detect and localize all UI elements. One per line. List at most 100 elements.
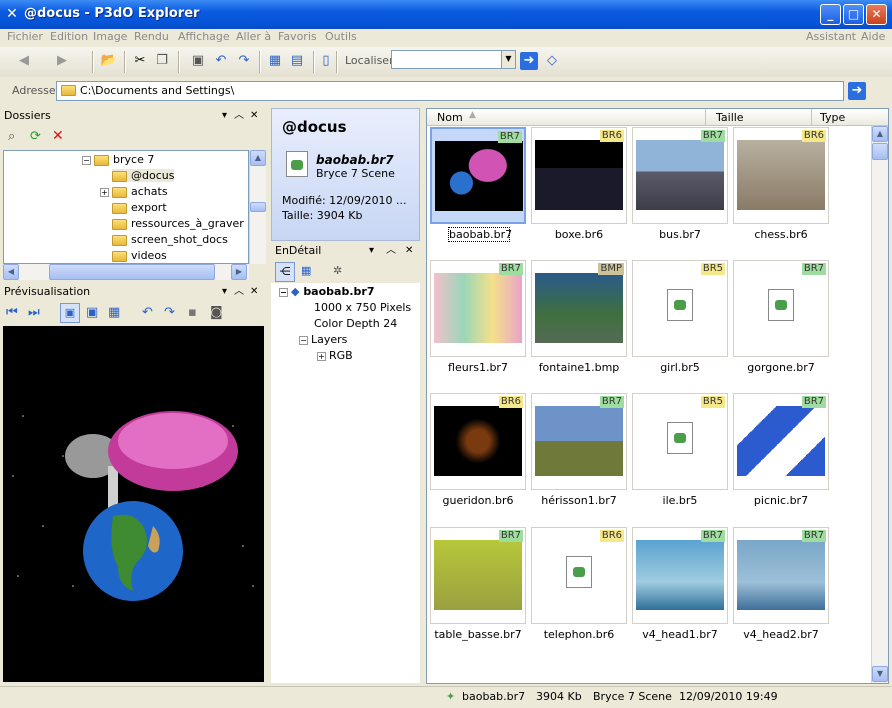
menu-favoris[interactable]: Favoris: [278, 30, 317, 43]
file-tile[interactable]: BR7: [632, 127, 728, 224]
panel-close-icon[interactable]: ✕: [405, 243, 413, 258]
file-name-label[interactable]: bus.br7: [630, 228, 730, 241]
scroll-up-icon[interactable]: ▲: [250, 150, 266, 166]
maximize-button[interactable]: □: [843, 4, 864, 25]
file-tile[interactable]: BR7: [733, 260, 829, 357]
file-tile[interactable]: BR7: [733, 393, 829, 490]
column-type[interactable]: Type: [811, 109, 888, 126]
menu-assistant[interactable]: Assistant: [806, 30, 856, 43]
locate-options-icon[interactable]: ◇: [542, 51, 562, 71]
file-tile[interactable]: BR6: [531, 127, 627, 224]
panel-icon[interactable]: ▯: [316, 51, 336, 71]
file-tile[interactable]: BR6: [430, 393, 526, 490]
zoom-icon[interactable]: ▣: [86, 305, 98, 320]
collapse-icon[interactable]: ︿: [234, 284, 244, 299]
pin-icon[interactable]: ▾: [369, 243, 374, 258]
rotate-left-icon[interactable]: ↶: [142, 305, 153, 320]
detail-root[interactable]: − ◆ baobab.br7: [279, 285, 374, 298]
collapse-icon[interactable]: ︿: [234, 108, 244, 123]
file-tile[interactable]: BMP: [531, 260, 627, 357]
file-name-label[interactable]: picnic.br7: [731, 494, 831, 507]
file-tile[interactable]: BR6: [733, 127, 829, 224]
file-tile[interactable]: BR5: [632, 393, 728, 490]
forward-arrow-icon[interactable]: ▶: [52, 51, 72, 71]
file-name-label[interactable]: fleurs1.br7: [428, 361, 528, 374]
scroll-up-icon[interactable]: ▲: [872, 126, 888, 142]
expand-toggle-icon[interactable]: +: [317, 351, 326, 361]
panel-close-icon[interactable]: ✕: [250, 108, 258, 123]
rotate-left-icon[interactable]: ↶: [211, 51, 231, 71]
file-tile[interactable]: BR7: [733, 527, 829, 624]
next-icon[interactable]: ⏭: [28, 305, 40, 320]
file-name-label[interactable]: girl.br5: [630, 361, 730, 374]
tree-view-icon[interactable]: ⋲: [275, 262, 295, 282]
title-bar[interactable]: ✕ @docus - P3dO Explorer _ □ ✕: [0, 0, 892, 29]
previous-icon[interactable]: ⏮: [6, 305, 18, 320]
tools-icon[interactable]: ✲: [333, 264, 342, 277]
address-go-icon[interactable]: ➜: [848, 82, 866, 100]
thumbnails-view-icon[interactable]: ▦: [265, 51, 285, 71]
file-name-label[interactable]: boxe.br6: [529, 228, 629, 241]
file-name-label[interactable]: baobab.br7: [448, 227, 512, 242]
scroll-left-icon[interactable]: ◀: [3, 264, 19, 280]
save-icon[interactable]: ▪: [188, 305, 197, 320]
file-name-label[interactable]: v4_head1.br7: [630, 628, 730, 641]
cut-icon[interactable]: ✂: [130, 51, 150, 71]
app-icon[interactable]: ✕: [4, 6, 20, 22]
file-list-vscroll[interactable]: ▲ ▼: [871, 126, 888, 683]
file-name-label[interactable]: chess.br6: [731, 228, 831, 241]
folder-up-icon[interactable]: 📂: [99, 51, 119, 71]
locate-input[interactable]: ▼: [391, 50, 516, 69]
camera-icon[interactable]: ▣: [188, 51, 208, 71]
collapse-toggle-icon[interactable]: −: [82, 155, 91, 165]
file-name-label[interactable]: gueridon.br6: [428, 494, 528, 507]
collapse-icon[interactable]: ︿: [386, 243, 396, 258]
chevron-down-icon[interactable]: ▼: [501, 51, 515, 68]
pin-icon[interactable]: ▾: [222, 108, 227, 123]
file-name-label[interactable]: hérisson1.br7: [529, 494, 629, 507]
menu-rendu[interactable]: Rendu: [134, 30, 169, 43]
menu-edition[interactable]: Edition: [50, 30, 88, 43]
file-tile[interactable]: BR6: [531, 527, 627, 624]
minimize-button[interactable]: _: [820, 4, 841, 25]
collapse-toggle-icon[interactable]: −: [299, 335, 308, 345]
file-tile[interactable]: BR7: [531, 393, 627, 490]
scroll-right-icon[interactable]: ▶: [231, 264, 247, 280]
tree-item-docus[interactable]: @docus: [112, 169, 175, 182]
tree-item-export[interactable]: export: [112, 201, 167, 214]
back-arrow-icon[interactable]: ◀: [14, 51, 34, 71]
detail-rgb[interactable]: + RGB: [317, 349, 353, 362]
scroll-thumb[interactable]: [872, 143, 888, 160]
tree-item-ressources[interactable]: ressources_à_graver: [112, 217, 244, 230]
file-name-label[interactable]: table_basse.br7: [428, 628, 528, 641]
file-tile[interactable]: BR7: [430, 127, 526, 224]
file-tile[interactable]: BR7: [430, 260, 526, 357]
scroll-thumb[interactable]: [250, 202, 266, 212]
copy-icon[interactable]: ❐: [152, 51, 172, 71]
file-tile[interactable]: BR7: [430, 527, 526, 624]
rotate-right-icon[interactable]: ↷: [164, 305, 175, 320]
file-tile[interactable]: BR7: [632, 527, 728, 624]
fit-icon[interactable]: ▣: [60, 303, 80, 323]
menu-affichage[interactable]: Affichage: [178, 30, 230, 43]
details-view-icon[interactable]: ▤: [287, 51, 307, 71]
expand-toggle-icon[interactable]: +: [100, 187, 109, 197]
address-input[interactable]: C:\Documents and Settings\: [56, 81, 844, 101]
folder-tree-hscroll[interactable]: ◀ ▶: [3, 264, 249, 280]
locate-go-icon[interactable]: ➜: [520, 52, 538, 70]
menu-aller-a[interactable]: Aller à: [236, 30, 271, 43]
file-name-label[interactable]: ile.br5: [630, 494, 730, 507]
scroll-down-icon[interactable]: ▼: [872, 666, 888, 682]
file-name-label[interactable]: fontaine1.bmp: [529, 361, 629, 374]
hscroll-thumb[interactable]: [49, 264, 215, 280]
detail-layers[interactable]: − Layers: [299, 333, 347, 346]
tree-item-achats[interactable]: + achats: [100, 185, 168, 198]
collapse-toggle-icon[interactable]: −: [279, 287, 288, 297]
tree-item-screen-shot-docs[interactable]: screen_shot_docs: [112, 233, 228, 246]
panel-close-icon[interactable]: ✕: [250, 284, 258, 299]
actual-size-icon[interactable]: ▦: [108, 305, 120, 320]
camera-icon[interactable]: ◙: [210, 305, 223, 320]
tree-item-videos[interactable]: videos: [112, 249, 167, 262]
file-name-label[interactable]: telephon.br6: [529, 628, 629, 641]
menu-outils[interactable]: Outils: [325, 30, 357, 43]
